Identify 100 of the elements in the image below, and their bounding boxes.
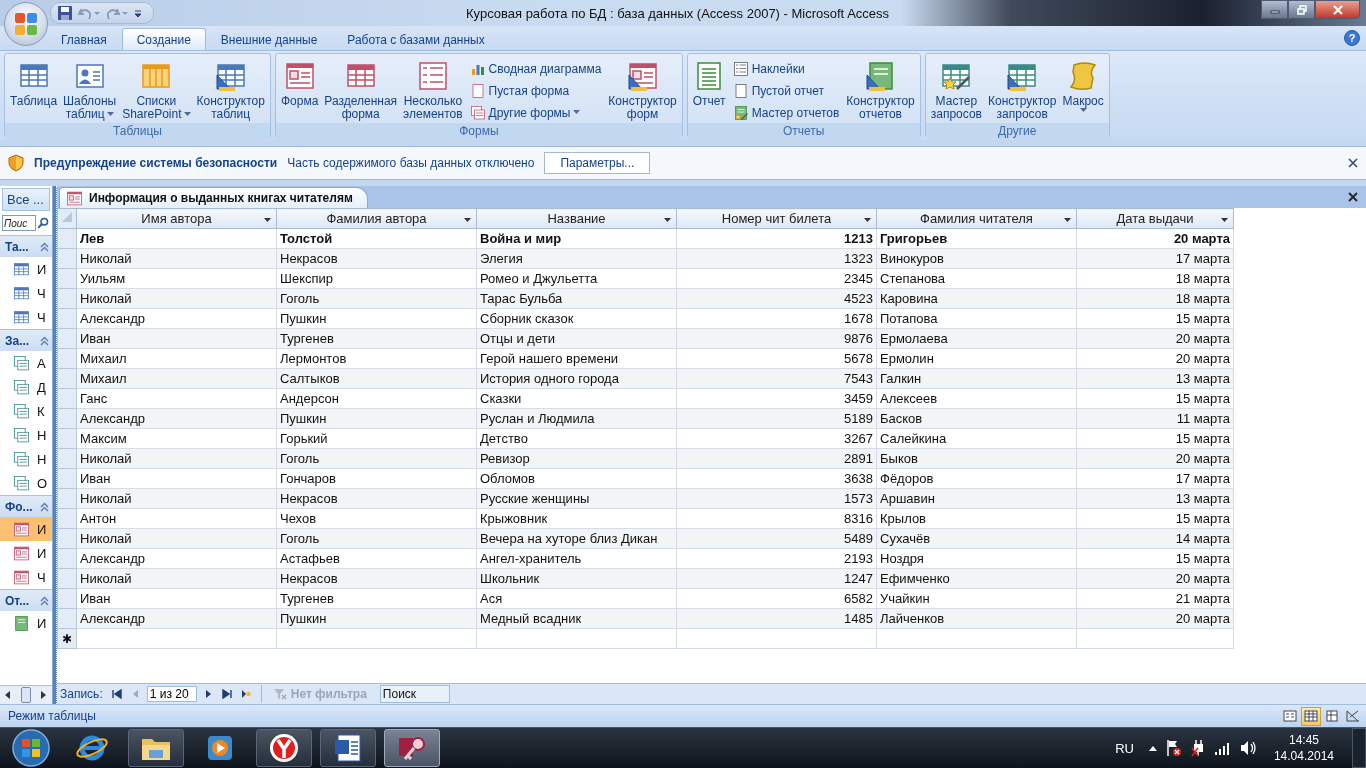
caret-icon[interactable] [264,218,271,222]
table-cell: Сказки [476,388,677,409]
scroll-right-icon[interactable] [41,691,47,699]
ribbon-button[interactable]: Конструктор форм [606,58,679,123]
ribbon-button[interactable]: Сводная диаграмма [466,58,605,79]
scroll-thumb[interactable] [21,687,31,703]
taskbar-app-button[interactable] [256,729,312,767]
ribbon-button[interactable]: Пустой отчет [729,80,843,101]
nav-section-header[interactable]: Та... [0,235,52,257]
nav-section-header[interactable]: Фо... [0,495,52,517]
nav-item[interactable]: Н [0,423,52,447]
column-header[interactable]: Дата выдачи [1076,208,1234,229]
ribbon-button[interactable]: Пустая форма [466,80,605,101]
ribbon-button[interactable]: Отчет [690,58,728,110]
stacked-forms-icon [469,104,486,121]
ribbon-button[interactable]: Шаблоны таблиц [61,58,119,123]
nav-item[interactable]: А [0,351,52,375]
ribbon-tab[interactable]: Главная [46,28,122,50]
signal-icon[interactable] [1213,741,1232,755]
scroll-left-icon[interactable] [5,691,11,699]
record-label: Запись: [60,687,103,701]
nav-item[interactable]: Д [0,375,52,399]
close-button[interactable] [1315,0,1360,19]
ribbon-tab[interactable]: Создание [121,28,206,50]
datasheet-view-button[interactable] [1301,706,1321,726]
save-icon[interactable] [57,5,73,21]
options-button[interactable]: Параметры... [544,152,651,174]
nav-item[interactable]: И [0,541,52,565]
table-cell: Ася [476,588,677,609]
nav-item[interactable]: Н [0,447,52,471]
ribbon-button[interactable]: Мастер отчетов [729,102,843,123]
ribbon-button[interactable]: Списки SharePoint [120,58,193,123]
nav-pane-header[interactable]: Все ... [2,188,50,211]
caret-icon[interactable] [1221,218,1228,222]
nav-item[interactable]: Ч [0,565,52,589]
power-plug-icon[interactable] [1189,739,1206,757]
search-field[interactable]: Поиск [379,685,450,703]
taskbar-app-button[interactable] [128,729,184,767]
search-field[interactable]: Поис [2,215,36,231]
nav-item[interactable]: И [0,257,52,281]
flag-icon[interactable] [1165,739,1182,757]
table-cell: 3638 [676,468,877,489]
column-header[interactable]: Фамилия читателя [876,208,1077,229]
column-header[interactable]: Номер чит билета [676,208,877,229]
caret-icon[interactable] [1064,218,1071,222]
ribbon-button[interactable]: Конструктор запросов [985,58,1059,123]
group-label: Отчеты [687,123,920,139]
minimize-button[interactable] [1261,0,1288,19]
section-label: Фо... [5,499,33,514]
office-button[interactable] [4,2,48,46]
search-icon[interactable] [37,217,49,229]
caret-icon[interactable] [864,218,871,222]
list-icon [416,60,449,92]
view-icon [1304,710,1318,722]
help-button[interactable]: ? [1344,30,1360,46]
column-header[interactable]: Фамилия автора [276,208,477,229]
ribbon-button[interactable]: Несколько элементов [401,58,465,123]
ribbon-button[interactable]: Другие формы [466,102,605,123]
show-hidden-icons-icon[interactable] [1147,744,1158,752]
ribbon-button[interactable]: Таблица [8,58,60,110]
ribbon-button[interactable]: Мастер запросов [928,58,984,123]
table-cell: Пушкин [276,308,477,329]
scroll-bar[interactable] [0,685,52,704]
caret-icon[interactable] [664,218,671,222]
nav-section-header[interactable]: От... [0,589,52,611]
nav-item[interactable]: Ч [0,305,52,329]
nav-item[interactable]: К [0,399,52,423]
column-header[interactable]: Название [476,208,677,229]
nav-section-header[interactable]: За... [0,329,52,351]
ribbon-tab[interactable]: Внешние данные [205,28,333,50]
table-cell: Ермолин [876,348,1077,369]
table-cell: Герой нашего времени [476,348,677,369]
ribbon-button[interactable]: Конструктор отчетов [844,58,917,123]
document-tab[interactable]: Информация о выданных книгах читателям [59,187,368,208]
nav-item[interactable]: И [0,517,52,541]
new-record-icon [240,689,251,699]
ribbon-button[interactable]: Конструктор таблиц [194,58,267,123]
record-number-field[interactable]: 1 из 20 [146,686,197,702]
ribbon-button[interactable]: Макрос [1060,58,1106,115]
ribbon-button[interactable]: Наклейки [729,58,843,79]
table-cell: 15 марта [1076,508,1234,529]
arrow-icon [111,689,122,699]
nav-item[interactable]: О [0,471,52,495]
restore-button[interactable] [1288,0,1315,19]
close-icon[interactable] [1348,192,1358,202]
clock-time[interactable]: 14:45 [1288,732,1319,748]
column-header[interactable]: Имя автора [76,208,277,229]
nav-item[interactable]: Ч [0,281,52,305]
taskbar-app-button[interactable] [320,729,376,767]
caret-icon[interactable] [464,218,471,222]
volume-icon[interactable] [1239,740,1258,756]
ribbon-button[interactable]: Разделенная форма [322,58,400,123]
document-icon [332,732,364,764]
ribbon-button[interactable]: Форма [278,58,321,110]
nav-item[interactable]: И [0,611,52,635]
clock-date[interactable]: 14.04.2014 [1273,748,1334,764]
language-indicator[interactable]: RU [1115,740,1134,756]
ribbon-tab[interactable]: Работа с базами данных [332,28,500,50]
close-icon[interactable] [1348,158,1358,168]
item-label: И [37,615,47,631]
